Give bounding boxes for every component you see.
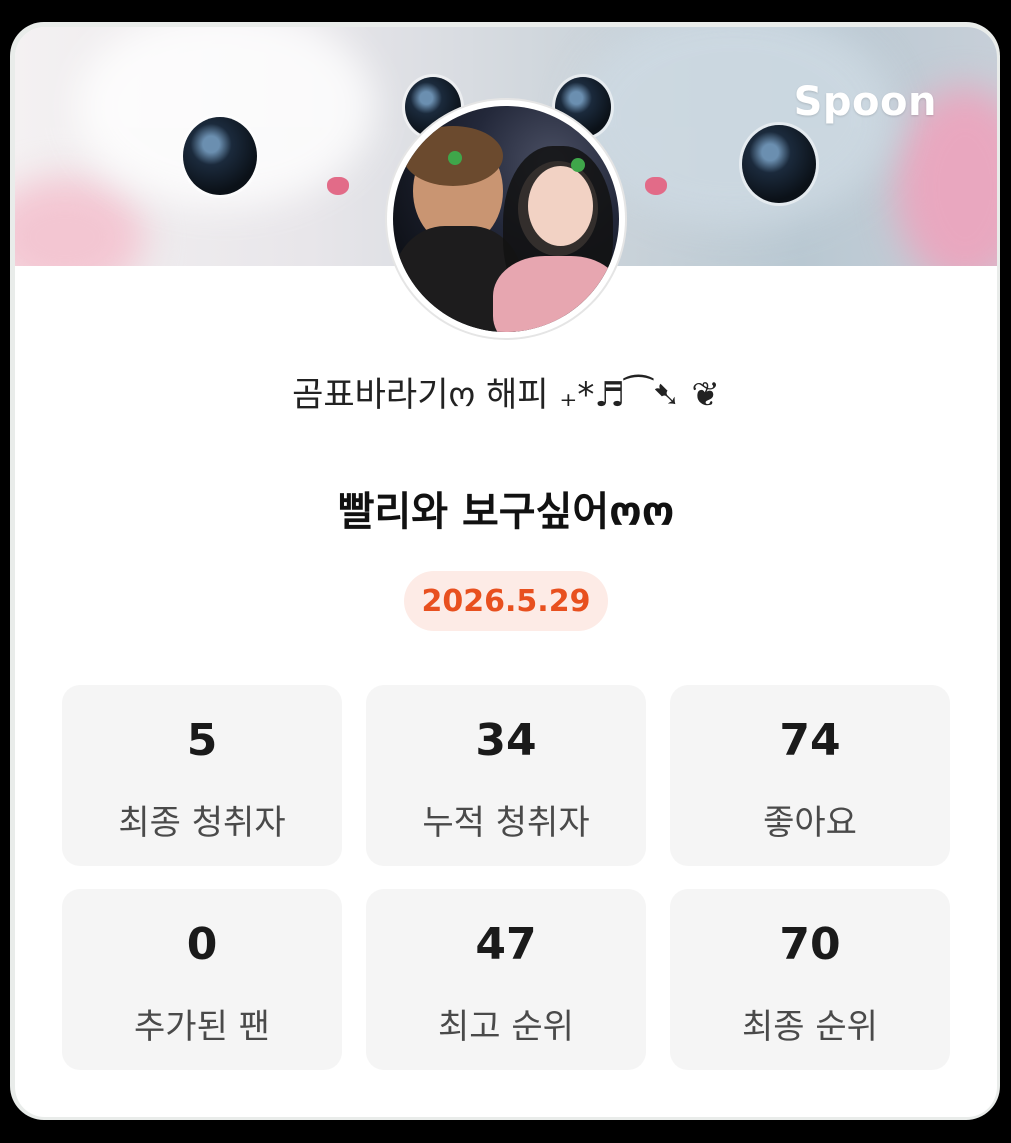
stat-likes: 74 좋아요 (670, 685, 950, 866)
stat-label: 최종 청취자 (118, 803, 286, 843)
broadcast-title: 빨리와 보구싶어ოო (337, 489, 675, 535)
stat-value: 34 (475, 715, 537, 766)
stat-final-rank: 70 최종 순위 (670, 889, 950, 1070)
stat-value: 74 (779, 715, 841, 766)
stat-label: 누적 청취자 (422, 803, 590, 843)
stat-value: 0 (186, 919, 218, 970)
stat-label: 추가된 팬 (134, 1007, 270, 1047)
stat-added-fans: 0 추가된 팬 (62, 889, 342, 1070)
broadcast-summary-card: Spoon 곰표바라기ო 해피 ₊*♬⁀➷ ❦ 빨리와 보구싶어ოო 2026.… (15, 27, 997, 1117)
stat-final-listeners: 5 최종 청취자 (62, 685, 342, 866)
stat-value: 47 (475, 919, 537, 970)
stat-value: 5 (186, 715, 218, 766)
stat-total-listeners: 34 누적 청취자 (366, 685, 646, 866)
stat-value: 70 (779, 919, 841, 970)
spoon-logo: Spoon (793, 79, 937, 125)
profile-photo-icon (393, 106, 619, 332)
stat-label: 최종 순위 (742, 1007, 878, 1047)
stat-label: 최고 순위 (438, 1007, 574, 1047)
stat-best-rank: 47 최고 순위 (366, 889, 646, 1070)
stat-label: 좋아요 (763, 803, 857, 843)
avatar[interactable] (387, 100, 625, 338)
date-badge: 2026.5.29 (404, 571, 608, 631)
host-name: 곰표바라기ო 해피 ₊*♬⁀➷ ❦ (292, 375, 720, 415)
